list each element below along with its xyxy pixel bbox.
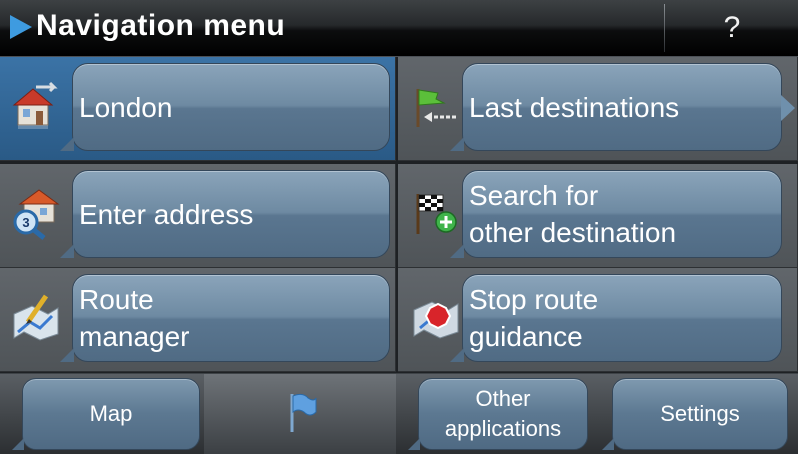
menu-item-route-manager[interactable]: Route manager (0, 268, 396, 372)
other-applications-label-line-1: Other (475, 386, 531, 411)
page-title: Navigation menu (36, 9, 286, 42)
map-button-label: Map (89, 401, 133, 426)
menu-item-search-label-line-2: other destination (469, 217, 677, 248)
other-applications-label-line-2: applications (444, 416, 562, 441)
checkered-flag-plus-icon (416, 194, 457, 234)
menu-item-last-destinations-label: Last destinations (469, 91, 680, 123)
title-divider (664, 4, 665, 52)
route-map-pencil-icon (13, 294, 59, 341)
navigation-screen: Navigation menu ? London Last destinatio… (0, 0, 798, 454)
bottom-bar: Map Other applications Settings (0, 373, 798, 454)
stop-sign-map-icon (413, 301, 459, 339)
title-bar: Navigation menu ? (0, 0, 798, 57)
menu-item-stop-label-line-1: Stop route (469, 284, 599, 315)
settings-button[interactable]: Settings (602, 378, 788, 450)
menu-item-route-manager-label-line-2: manager (79, 321, 190, 352)
menu-item-search-other-destination-bubble: Search for other destination (450, 170, 782, 258)
menu-item-last-destinations[interactable]: Last destinations (398, 57, 798, 161)
menu-item-enter-address-label: Enter address (79, 198, 254, 230)
last-destination-flag-icon (416, 89, 456, 127)
menu-item-search-other-destination[interactable]: Search for other destination (398, 164, 798, 268)
menu-item-home-label: London (79, 91, 173, 123)
menu-item-search-label-line-1: Search for (469, 180, 599, 211)
settings-button-label: Settings (660, 401, 740, 426)
menu-item-route-manager-label-line-1: Route (79, 284, 154, 315)
page-right-arrow-icon[interactable] (781, 95, 795, 121)
address-search-icon: 3 (13, 189, 60, 240)
menu-item-home[interactable]: London (0, 57, 396, 161)
menu-item-last-destinations-bubble: Last destinations (450, 63, 782, 151)
menu-item-enter-address-bubble: Enter address (60, 170, 390, 258)
menu-item-stop-route-guidance[interactable]: Stop route guidance (398, 268, 798, 372)
title-arrow-icon (10, 15, 32, 39)
menu-item-route-manager-bubble: Route manager (60, 274, 390, 362)
svg-text:3: 3 (22, 215, 29, 230)
menu-item-stop-label-line-2: guidance (469, 321, 583, 352)
other-applications-button[interactable]: Other applications (408, 378, 588, 450)
menu-item-home-bubble: London (60, 63, 390, 151)
flag-icon (290, 393, 317, 432)
map-button[interactable]: Map (12, 378, 200, 450)
home-icon (12, 81, 58, 129)
menu-item-enter-address[interactable]: 3 Enter address (0, 164, 396, 268)
menu-item-stop-route-guidance-bubble: Stop route guidance (450, 274, 782, 362)
help-button[interactable]: ? (666, 0, 798, 56)
